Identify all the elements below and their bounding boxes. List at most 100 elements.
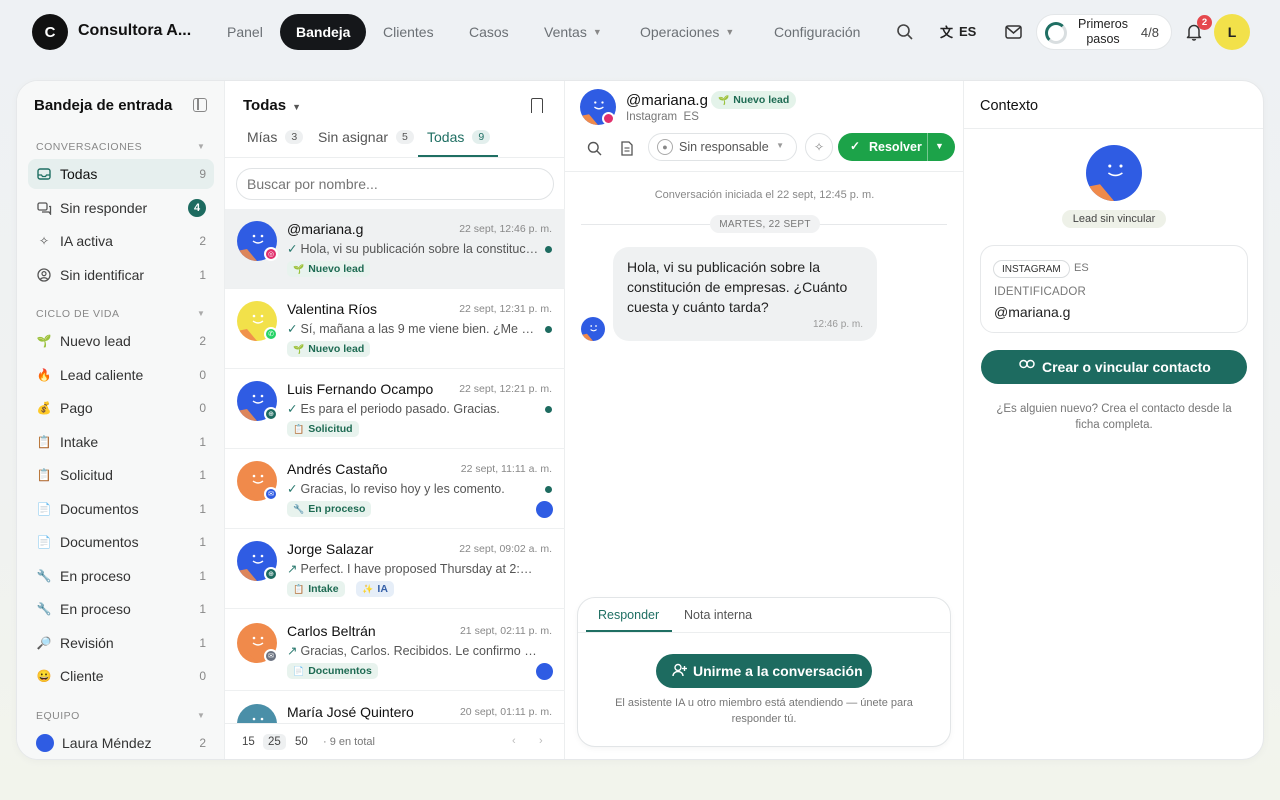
conversation-row[interactable]: ✆ Valentina Ríos 22 sept, 12:31 p. m. ✓ Sí, …: [225, 289, 565, 369]
sidebar-item-lifecycle[interactable]: 🌱 Nuevo lead 2: [28, 326, 214, 356]
identifier-value: @mariana.g: [994, 304, 1071, 320]
timestamp: 22 sept, 12:46 p. m.: [459, 223, 552, 235]
nav-tab-operaciones-label: Operaciones: [640, 24, 720, 40]
page-size-option-selected[interactable]: 25: [263, 734, 286, 750]
sidebar-item-lifecycle[interactable]: 📄 Documentos 1: [28, 527, 214, 557]
conversation-row[interactable]: ✉ Carlos Beltrán 21 sept, 02:11 p. m. ↗ Grac…: [225, 611, 565, 691]
sidebar-item-sin-responder[interactable]: Sin responder 4: [28, 193, 214, 223]
tab-sin-asignar[interactable]: Sin asignar 5: [318, 129, 414, 145]
tab-todas[interactable]: Todas 9: [427, 129, 491, 145]
conversation-row[interactable]: María José Quintero 20 sept, 01:11 p. m.: [225, 692, 565, 723]
lifecycle-tag[interactable]: 🌱 Nuevo lead: [711, 91, 797, 109]
sidebar-item-lifecycle[interactable]: 😀 Cliente 0: [28, 661, 214, 691]
resolve-button[interactable]: ✓ Resolver ▼: [838, 133, 955, 161]
contact-name: @mariana.g: [626, 92, 708, 109]
divider: [964, 128, 1263, 129]
assignee-value: Sin responsable: [679, 140, 769, 154]
conversation-row[interactable]: ⊕ Jorge Salazar 22 sept, 09:02 a. m. ↗ Perfe…: [225, 529, 565, 609]
page-size-option[interactable]: 50: [295, 736, 308, 748]
bookmark-icon[interactable]: [531, 98, 543, 113]
message-preview: ↗ Gracias, Carlos. Recibidos. Le confirmo…: [287, 643, 539, 658]
preview-text: Gracias, lo reviso hoy y les comento.: [300, 482, 505, 496]
sidebar-item-count: 1: [199, 535, 206, 549]
translate-icon: 文: [940, 25, 954, 40]
sidebar-item-ia-activa[interactable]: ✧ IA activa 2: [28, 226, 214, 256]
next-page-icon[interactable]: ›: [539, 735, 543, 747]
onboarding-steps[interactable]: Primeros pasos 4/8: [1036, 14, 1172, 50]
preview-text: Gracias, Carlos. Recibidos. Le confirmo …: [300, 644, 539, 658]
collapse-sidebar-icon[interactable]: [193, 98, 207, 112]
tab-responder[interactable]: Responder: [598, 608, 659, 622]
conversation-row[interactable]: ◎ @mariana.g 22 sept, 12:46 p. m. ✓ Hola, vi…: [225, 209, 565, 289]
chevron-down-icon[interactable]: ▼: [935, 141, 944, 151]
sidebar-item-count: 1: [199, 435, 206, 449]
chevron-down-icon[interactable]: ▼: [197, 142, 205, 151]
brand-name[interactable]: Consultora A...: [78, 22, 191, 40]
tab-nota-interna[interactable]: Nota interna: [684, 608, 752, 622]
conversation-list: Todas ▼ Mías 3 Sin asignar 5 Todas 9 ◎ @maria…: [225, 81, 565, 759]
document-icon[interactable]: [616, 137, 638, 159]
search-icon[interactable]: [583, 137, 605, 159]
search-icon[interactable]: [891, 18, 919, 46]
avatar: [36, 734, 54, 752]
nav-tab-casos[interactable]: Casos: [469, 14, 509, 50]
app-logo[interactable]: C: [32, 14, 68, 50]
nav-tab-bandeja[interactable]: Bandeja: [280, 14, 367, 50]
instagram-icon: [602, 112, 615, 125]
sidebar-item-lifecycle[interactable]: 📋 Intake 1: [28, 427, 214, 457]
status-tag: 🌱 Nuevo lead: [287, 261, 371, 277]
message-preview: ↗ Perfect. I have proposed Thursday at 2:…: [287, 561, 539, 576]
status-tag: 🔧 En proceso: [287, 501, 372, 517]
nav-tab-ventas[interactable]: Ventas ▼: [544, 14, 602, 50]
nav-tab-panel[interactable]: Panel: [227, 14, 263, 50]
contact-name: @mariana.g: [287, 221, 364, 237]
sidebar-item-team-member[interactable]: Laura Méndez 2: [28, 728, 214, 758]
delivery-mark-icon: ✓: [287, 482, 298, 496]
stage-emoji-icon: 🔎: [36, 636, 52, 650]
person-icon: ●: [657, 139, 673, 155]
stage-emoji-icon: 📋: [36, 468, 52, 482]
sidebar-item-lifecycle[interactable]: 💰 Pago 0: [28, 393, 214, 423]
unread-dot: [545, 326, 552, 333]
sidebar-title: Bandeja de entrada: [34, 97, 173, 114]
sidebar-item-lifecycle[interactable]: 🔧 En proceso 1: [28, 561, 214, 591]
page-size-option[interactable]: 15: [242, 736, 255, 748]
mail-icon[interactable]: [999, 18, 1027, 46]
channel-chip: INSTAGRAM: [993, 260, 1070, 278]
context-note: ¿Es alguien nuevo? Crea el contacto desd…: [996, 403, 1232, 431]
ai-assistant-button[interactable]: ✧: [805, 133, 833, 161]
sidebar-item-todas[interactable]: Todas 9: [28, 159, 214, 189]
conversation-row[interactable]: ✉ Andrés Castaño 22 sept, 11:11 a. m. ✓ Grac…: [225, 449, 565, 529]
chevron-down-icon[interactable]: ▼: [197, 309, 205, 318]
sidebar-item-lifecycle[interactable]: 📄 Documentos 1: [28, 494, 214, 524]
sidebar-item-count: 2: [199, 736, 206, 750]
language-switcher[interactable]: 文 ES: [940, 22, 976, 41]
divider: [225, 157, 565, 158]
sparkle-icon: ✧: [813, 140, 825, 154]
divider: [565, 171, 964, 172]
sidebar-item-lifecycle[interactable]: 🔥 Lead caliente 0: [28, 360, 214, 390]
user-avatar[interactable]: L: [1214, 14, 1250, 50]
sidebar-item-lifecycle[interactable]: 🔎 Revisión 1: [28, 628, 214, 658]
tab-count: 5: [396, 130, 414, 144]
nav-tab-clientes[interactable]: Clientes: [383, 14, 434, 50]
context-panel: Contexto Lead sin vincular INSTAGRAM ES …: [964, 81, 1263, 759]
sidebar-item-sin-identificar[interactable]: Sin identificar 1: [28, 260, 214, 290]
stage-emoji-icon: 🔥: [36, 368, 52, 382]
list-filter-dropdown[interactable]: Todas ▼: [243, 97, 301, 114]
search-input[interactable]: [236, 168, 554, 200]
conversation-row[interactable]: ⊕ Luis Fernando Ocampo 22 sept, 12:21 p. m…: [225, 369, 565, 449]
chevron-down-icon[interactable]: ▼: [197, 711, 205, 720]
chevron-down-icon: ▼: [592, 27, 602, 37]
nav-tab-operaciones[interactable]: Operaciones ▼: [640, 14, 734, 50]
sidebar-item-lifecycle[interactable]: 📋 Solicitud 1: [28, 460, 214, 490]
join-conversation-button[interactable]: Unirme a la conversación: [656, 654, 872, 688]
tab-mias[interactable]: Mías 3: [247, 129, 304, 145]
sidebar-item-label: Intake: [60, 434, 99, 450]
prev-page-icon[interactable]: ‹: [512, 735, 516, 747]
nav-tab-configuracion[interactable]: Configuración: [774, 14, 860, 50]
create-link-contact-button[interactable]: Crear o vincular contacto: [981, 350, 1247, 384]
sidebar-item-lifecycle[interactable]: 🔧 En proceso 1: [28, 594, 214, 624]
whatsapp-icon: ✆: [264, 327, 278, 341]
assignee-select[interactable]: ● Sin responsable ▼: [648, 133, 797, 161]
